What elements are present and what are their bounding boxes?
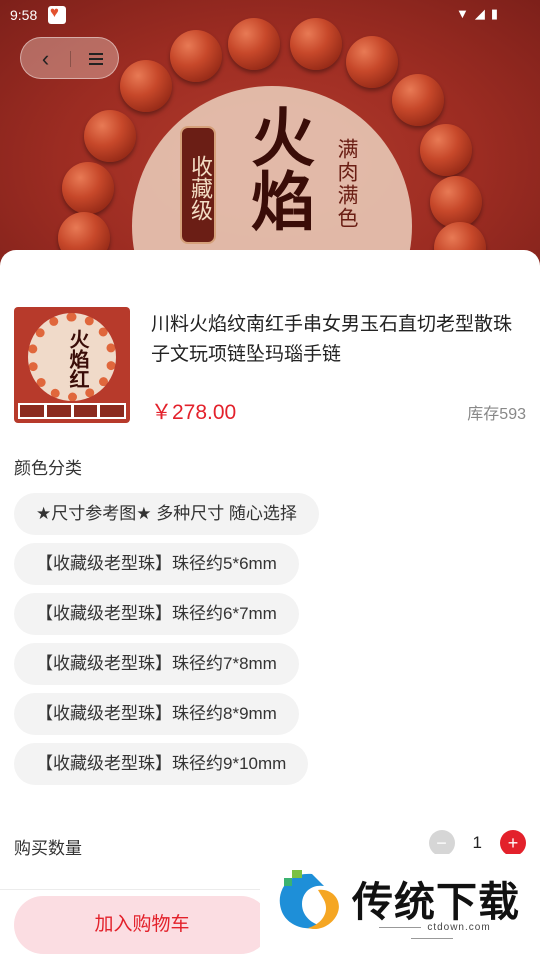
bead [430, 176, 482, 228]
bead [120, 60, 172, 112]
nav-capsule: ‹ [20, 37, 119, 79]
option-chip[interactable]: 【收藏级老型珠】珠径约6*7mm [14, 593, 299, 635]
product-price: ￥278.00 [151, 401, 237, 424]
option-chip[interactable]: 【收藏级老型珠】珠径约9*10mm [14, 743, 309, 785]
quantity-value: 1 [472, 833, 482, 852]
watermark-logo-icon [279, 870, 339, 930]
option-chip[interactable]: 【收藏级老型珠】珠径约5*6mm [14, 543, 299, 585]
quantity-minus-button[interactable]: − [428, 830, 455, 856]
quantity-plus-button[interactable]: + [500, 830, 526, 856]
status-time: 9:58 [10, 7, 38, 23]
option-chip[interactable]: 【收藏级老型珠】珠径约8*9mm [14, 693, 299, 735]
product-thumbnail[interactable]: 火焰红 [14, 307, 130, 423]
option-list: ★尺寸参考图★ 多种尺寸 随心选择 【收藏级老型珠】珠径约5*6mm 【收藏级老… [14, 493, 526, 793]
option-chip[interactable]: ★尺寸参考图★ 多种尺寸 随心选择 [14, 493, 319, 535]
hero-vertical-text: 满肉满色 [335, 138, 359, 230]
system-status-icons: ▼◢▮ [455, 6, 504, 21]
quantity-label: 购买数量 [14, 839, 82, 858]
menu-icon [88, 58, 103, 60]
thumb-badge-strip [18, 403, 126, 419]
watermark-brand: 传统下载 [352, 878, 520, 926]
bead [84, 110, 136, 162]
bead [392, 74, 444, 126]
status-bar: 9:58 ▼◢▮ [0, 0, 540, 30]
bead [346, 36, 398, 88]
bead [420, 124, 472, 176]
quantity-stepper: − 1 + [428, 830, 526, 856]
watermark: 传统下载 ctdown.com [260, 854, 540, 960]
thumb-text: 火焰红 [66, 329, 90, 389]
hero-calligraphy: 火焰 [240, 104, 315, 232]
bead [170, 30, 222, 82]
option-chip[interactable]: 【收藏级老型珠】珠径约7*8mm [14, 643, 299, 685]
bead [62, 162, 114, 214]
product-title: 川料火焰纹南红手串女男玉石直切老型散珠子文玩项链坠玛瑙手链 [151, 314, 513, 365]
chevron-left-icon: ‹ [41, 46, 50, 71]
add-to-cart-button[interactable]: 加入购物车 [14, 896, 270, 954]
product-hero-image: 收藏级 火焰 满肉满色 9:58 ▼◢▮ ‹ [0, 0, 540, 270]
menu-button[interactable] [71, 38, 120, 80]
stock-count: 库存593 [467, 406, 526, 423]
watermark-domain: ctdown.com [352, 922, 512, 944]
hero-plaque-text: 收藏级 [180, 126, 216, 244]
option-section-label: 颜色分类 [14, 459, 82, 478]
back-button[interactable]: ‹ [21, 38, 70, 80]
app-notification-icon [48, 4, 66, 24]
